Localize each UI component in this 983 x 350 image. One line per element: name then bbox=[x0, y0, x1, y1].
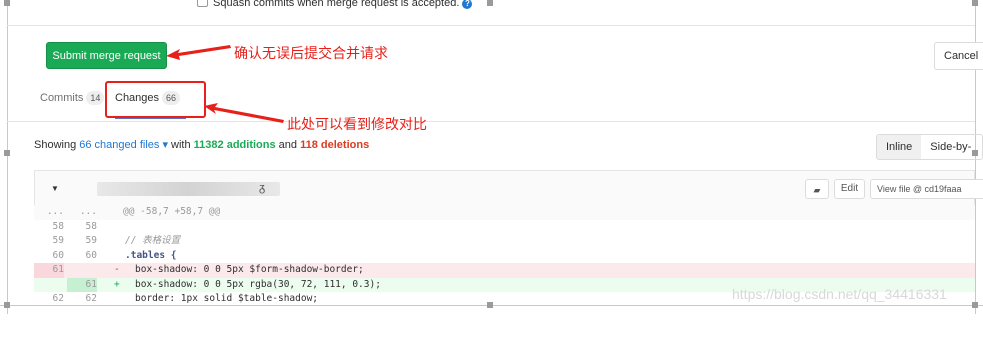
screenshot-frame-left bbox=[7, 0, 8, 314]
side-by-side-view-button[interactable]: Side-by-si bbox=[921, 135, 982, 159]
diff-line-removed: 61 - box-shadow: 0 0 5px $form-shadow-bo… bbox=[34, 263, 975, 278]
diff-file-header: ▼ ᵹ ▰ Edit View file @ cd19faaa bbox=[34, 170, 983, 205]
annotation-arrow-icon bbox=[204, 103, 284, 123]
divider bbox=[7, 25, 975, 26]
code-line: box-shadow: 0 0 5px rgba(30, 72, 111, 0.… bbox=[135, 278, 381, 290]
watermark: https://blog.csdn.net/qq_34416331 bbox=[732, 286, 947, 302]
diff-line: 58 58 bbox=[34, 220, 975, 235]
diff-summary: Showing 66 changed files ▾ with 11382 ad… bbox=[34, 138, 369, 151]
tab-commits[interactable]: Commits 14 bbox=[40, 84, 105, 121]
changed-files-label: 66 changed files bbox=[79, 139, 160, 151]
tab-label: Commits bbox=[40, 92, 84, 104]
new-line-number[interactable]: 59 bbox=[67, 234, 97, 249]
squash-option[interactable]: Squash commits when merge request is acc… bbox=[197, 0, 473, 9]
code-line: box-shadow: 0 0 5px $form-shadow-border; bbox=[135, 264, 364, 275]
code-line: .tables { bbox=[125, 249, 177, 261]
new-line-number[interactable]: 60 bbox=[67, 249, 97, 264]
summary-text: and bbox=[278, 139, 298, 151]
old-line-number[interactable]: 59 bbox=[34, 234, 64, 249]
resize-handle bbox=[4, 0, 10, 6]
diff-line: 59 59 // 表格设置 bbox=[34, 234, 975, 249]
resize-handle bbox=[4, 150, 10, 156]
view-file-button[interactable]: View file @ cd19faaa bbox=[870, 179, 983, 199]
annotation-changes-note: 此处可以看到修改对比 bbox=[287, 117, 427, 133]
squash-label: Squash commits when merge request is acc… bbox=[213, 0, 460, 9]
inline-view-button[interactable]: Inline bbox=[877, 135, 922, 159]
annotation-submit-note: 确认无误后提交合并请求 bbox=[234, 46, 388, 62]
cancel-button[interactable]: Cancel bbox=[934, 42, 983, 70]
file-icon: ᵹ bbox=[259, 182, 266, 194]
old-line-number: ... bbox=[46, 206, 64, 217]
squash-checkbox[interactable] bbox=[197, 0, 208, 7]
new-line-number[interactable]: 62 bbox=[67, 292, 97, 307]
comment-icon: ▰ bbox=[813, 185, 821, 195]
collapse-caret-icon[interactable]: ▼ bbox=[51, 184, 59, 193]
comment-toggle-button[interactable]: ▰ bbox=[805, 179, 829, 199]
diff-sign: - bbox=[114, 264, 120, 275]
new-line-number[interactable]: 61 bbox=[67, 277, 97, 292]
submit-merge-request-button[interactable]: Submit merge request bbox=[46, 42, 167, 69]
code-line: border: 1px solid $table-shadow; bbox=[135, 293, 319, 304]
old-line-number[interactable]: 62 bbox=[34, 292, 64, 307]
resize-handle bbox=[4, 302, 10, 308]
new-line-number: ... bbox=[79, 206, 97, 217]
changed-files-dropdown[interactable]: 66 changed files ▾ bbox=[79, 139, 168, 151]
new-line-number[interactable]: 58 bbox=[67, 220, 97, 235]
code-line: // 表格设置 bbox=[125, 235, 181, 246]
diff-line: 60 60 .tables { bbox=[34, 249, 975, 264]
annotation-highlight-box bbox=[105, 81, 206, 118]
old-line-number[interactable]: 61 bbox=[34, 263, 64, 278]
blurred-file-path bbox=[97, 182, 280, 196]
deletions-count: 118 deletions bbox=[300, 139, 370, 151]
diff-hunk-header: ...... @@ -58,7 +58,7 @@ bbox=[34, 205, 975, 220]
caret-down-icon: ▾ bbox=[162, 139, 168, 151]
help-icon[interactable]: ? bbox=[462, 0, 473, 9]
old-line-number[interactable]: 58 bbox=[34, 220, 64, 235]
annotation-arrow-icon bbox=[166, 45, 231, 60]
count-badge: 14 bbox=[86, 91, 105, 105]
old-line-number[interactable]: 60 bbox=[34, 249, 64, 264]
additions-count: 11382 additions bbox=[193, 139, 276, 151]
summary-text: Showing bbox=[34, 139, 77, 151]
diff-view-toggle: Inline Side-by-si bbox=[876, 134, 983, 160]
summary-text: with bbox=[171, 139, 191, 151]
resize-handle bbox=[487, 0, 493, 6]
diff-sign: + bbox=[114, 278, 120, 290]
resize-handle bbox=[972, 0, 978, 6]
hunk-text: @@ -58,7 +58,7 @@ bbox=[123, 206, 221, 217]
edit-file-button[interactable]: Edit bbox=[834, 179, 865, 199]
